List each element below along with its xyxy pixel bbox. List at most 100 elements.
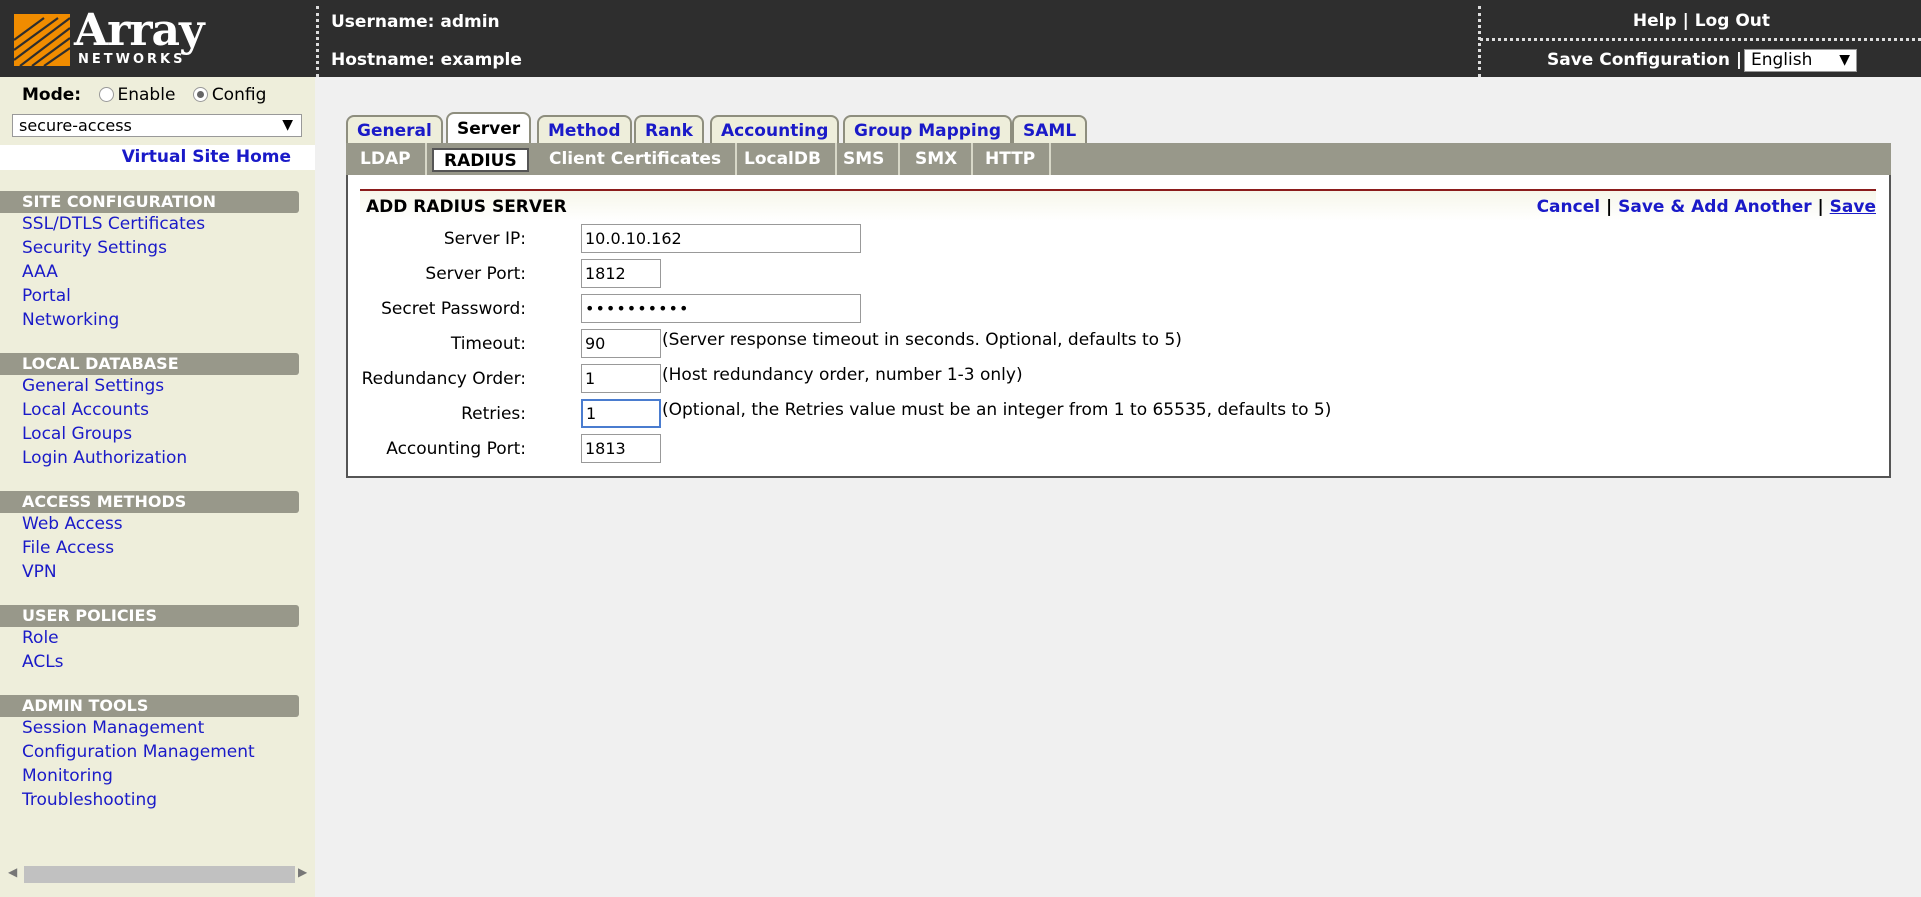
separator: | [1605,197,1613,217]
logout-link[interactable]: Log Out [1695,11,1770,31]
accounting-port-label: Accounting Port: [386,439,526,459]
hostname-label: Hostname: example [331,50,522,70]
nav-local-groups[interactable]: Local Groups [22,424,132,444]
nav-configuration-management[interactable]: Configuration Management [22,742,255,762]
nav-networking[interactable]: Networking [22,310,119,330]
nav-local-accounts[interactable]: Local Accounts [22,400,149,420]
subtab-smx[interactable]: SMX [901,143,974,175]
dropdown-arrow-icon: ▼ [1839,52,1850,68]
add-radius-server-form: ADD RADIUS SERVER Cancel | Save & Add An… [346,175,1891,478]
separator: | [1817,197,1824,217]
nav-monitoring[interactable]: Monitoring [22,766,113,786]
virtual-site-home-link[interactable]: Virtual Site Home [0,145,315,170]
nav-troubleshooting[interactable]: Troubleshooting [22,790,157,810]
tab-general[interactable]: General [346,115,443,143]
save-link[interactable]: Save [1830,197,1876,217]
save-configuration-area: Save Configuration | [1547,50,1742,70]
language-value: English [1751,50,1813,70]
tab-group-mapping[interactable]: Group Mapping [843,115,1013,143]
tab-server[interactable]: Server [446,112,532,143]
form-header: ADD RADIUS SERVER Cancel | Save & Add An… [360,189,1876,221]
mode-config-label[interactable]: Config [212,85,267,105]
virtual-site-value: secure-access [19,116,132,135]
nav-portal[interactable]: Portal [22,286,71,306]
section-site-configuration: SITE CONFIGURATION [0,191,299,213]
accounting-port-input[interactable]: 1813 [581,434,661,463]
subtab-sms[interactable]: SMS [829,143,901,175]
save-add-another-link[interactable]: Save & Add Another [1618,197,1811,217]
top-header: Array NETWORKS Username: admin Hostname:… [0,0,1921,77]
nav-general-settings[interactable]: General Settings [22,376,164,396]
mode-enable-label[interactable]: Enable [118,85,176,105]
redundancy-order-input[interactable]: 1 [581,364,661,393]
logo-wordmark: Array [74,5,205,56]
save-configuration-link[interactable]: Save Configuration [1547,50,1730,70]
main-content: General Server Method Rank Accounting Gr… [322,77,1921,897]
dropdown-arrow-icon: ▼ [282,117,293,133]
help-link[interactable]: Help [1633,11,1677,31]
nav-ssl-dtls-certificates[interactable]: SSL/DTLS Certificates [22,214,205,234]
mode-label: Mode: [22,85,82,105]
logo-mark-icon [14,14,70,66]
retries-label: Retries: [461,404,526,424]
header-divider [316,6,319,77]
server-ip-input[interactable]: 10.0.10.162 [581,224,861,253]
cancel-link[interactable]: Cancel [1537,197,1600,217]
logo-subtitle: NETWORKS [78,52,186,67]
separator: | [1735,50,1743,70]
mode-config-radio[interactable] [192,87,208,102]
subtab-ldap[interactable]: LDAP [346,143,427,175]
server-port-input[interactable]: 1812 [581,259,661,288]
nav-session-management[interactable]: Session Management [22,718,204,738]
nav-login-authorization[interactable]: Login Authorization [22,448,187,468]
separator: | [1682,11,1689,31]
username-label: Username: admin [331,12,500,32]
scroll-right-arrow-icon[interactable]: ▶ [298,865,307,879]
form-actions: Cancel | Save & Add Another | Save [1537,197,1876,217]
timeout-input[interactable]: 90 [581,329,661,358]
nav-vpn[interactable]: VPN [22,562,57,582]
scroll-thumb[interactable] [24,866,295,883]
subtab-radius[interactable]: RADIUS [432,148,529,172]
tab-saml[interactable]: SAML [1012,115,1088,143]
redundancy-order-label: Redundancy Order: [361,369,526,389]
secret-password-label: Secret Password: [381,299,526,319]
header-dotted-rule [1480,38,1921,41]
retries-input[interactable]: 1 [581,399,661,428]
section-admin-tools: ADMIN TOOLS [0,695,299,717]
section-user-policies: USER POLICIES [0,605,299,627]
mode-enable-radio[interactable] [98,87,114,102]
nav-acls[interactable]: ACLs [22,652,64,672]
tab-rank[interactable]: Rank [634,115,704,143]
help-logout-links: Help | Log Out [1633,11,1770,31]
tab-accounting[interactable]: Accounting [710,115,840,143]
nav-aaa[interactable]: AAA [22,262,58,282]
sidebar: Mode: Enable Config secure-access ▼ Virt… [0,77,315,897]
timeout-hint: (Server response timeout in seconds. Opt… [662,330,1182,350]
tab-method[interactable]: Method [537,115,632,143]
header-divider-right [1478,6,1481,77]
array-networks-logo: Array NETWORKS [14,6,214,70]
retries-hint: (Optional, the Retries value must be an … [662,400,1332,420]
timeout-label: Timeout: [450,334,526,354]
mode-selector: Mode: Enable Config [22,85,266,105]
subtab-client-certificates[interactable]: Client Certificates [535,143,738,175]
subtab-bar: LDAP RADIUS Client Certificates LocalDB … [346,143,1891,175]
scroll-left-arrow-icon[interactable]: ◀ [8,865,17,879]
subtab-localdb[interactable]: LocalDB [730,143,837,175]
sidebar-horizontal-scrollbar[interactable]: ◀ ▶ [6,864,307,884]
language-select[interactable]: English ▼ [1744,49,1857,72]
nav-security-settings[interactable]: Security Settings [22,238,167,258]
server-port-label: Server Port: [425,264,526,284]
nav-web-access[interactable]: Web Access [22,514,123,534]
nav-role[interactable]: Role [22,628,59,648]
form-title: ADD RADIUS SERVER [366,197,567,217]
secret-password-input[interactable]: •••••••••• [581,294,861,323]
nav-file-access[interactable]: File Access [22,538,114,558]
subtab-http[interactable]: HTTP [971,143,1052,175]
server-ip-label: Server IP: [443,229,526,249]
section-local-database: LOCAL DATABASE [0,353,299,375]
section-access-methods: ACCESS METHODS [0,491,299,513]
virtual-site-select[interactable]: secure-access ▼ [12,114,302,137]
redundancy-order-hint: (Host redundancy order, number 1-3 only) [662,365,1023,385]
